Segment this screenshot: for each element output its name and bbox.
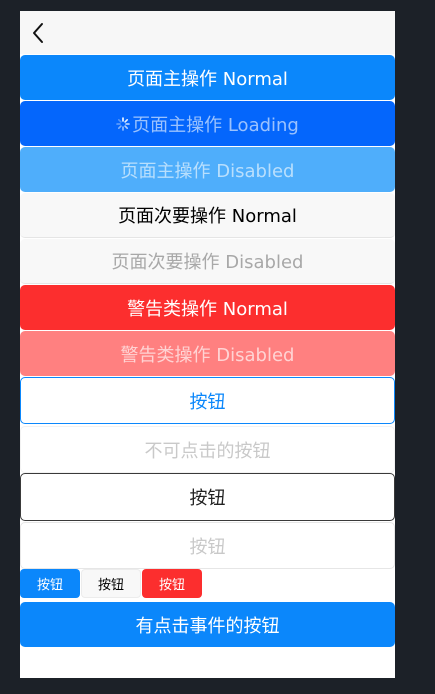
primary-disabled-button-label: 页面主操作 Disabled	[120, 160, 295, 182]
mini-primary-button[interactable]: 按钮	[20, 569, 80, 598]
primary-loading-button-label: 页面主操作 Loading	[132, 114, 299, 136]
primary-button-label: 页面主操作 Normal	[127, 68, 288, 90]
mini-default-button[interactable]: 按钮	[81, 569, 141, 598]
secondary-button[interactable]: 页面次要操作 Normal	[20, 193, 395, 238]
plain-primary-button-label: 按钮	[189, 391, 226, 413]
navigation-bar	[20, 11, 395, 54]
secondary-disabled-button-label: 页面次要操作 Disabled	[111, 252, 304, 273]
plain-primary-disabled-button: 不可点击的按钮	[20, 426, 395, 473]
warn-button[interactable]: 警告类操作 Normal	[20, 285, 395, 330]
plain-default-disabled-button: 按钮	[20, 522, 395, 569]
phone-screen: 页面主操作 Normal 页面主操作 Loading 页面主操作 Disable…	[20, 11, 395, 678]
warn-button-label: 警告类操作 Normal	[127, 298, 288, 320]
spinner-icon	[116, 116, 130, 131]
secondary-disabled-button: 页面次要操作 Disabled	[20, 239, 395, 284]
warn-disabled-button: 警告类操作 Disabled	[20, 331, 395, 376]
primary-disabled-button: 页面主操作 Disabled	[20, 147, 395, 192]
tap-event-button[interactable]: 有点击事件的按钮	[20, 602, 395, 647]
primary-loading-button[interactable]: 页面主操作 Loading	[20, 101, 395, 146]
tap-event-button-label: 有点击事件的按钮	[135, 615, 280, 637]
mini-button-row: 按钮 按钮 按钮	[20, 569, 395, 598]
warn-disabled-button-label: 警告类操作 Disabled	[120, 344, 295, 366]
mini-warn-button[interactable]: 按钮	[142, 569, 202, 598]
plain-default-disabled-button-label: 按钮	[189, 536, 226, 558]
secondary-button-label: 页面次要操作 Normal	[118, 206, 297, 227]
plain-primary-button[interactable]: 按钮	[20, 377, 395, 424]
primary-button[interactable]: 页面主操作 Normal	[20, 55, 395, 100]
plain-default-button-label: 按钮	[189, 488, 226, 509]
mini-default-button-label: 按钮	[97, 578, 124, 593]
mini-warn-button-label: 按钮	[158, 578, 185, 593]
mini-primary-button-label: 按钮	[36, 578, 63, 593]
plain-primary-disabled-button-label: 不可点击的按钮	[144, 440, 271, 462]
chevron-left-icon[interactable]	[31, 22, 45, 44]
plain-default-button[interactable]: 按钮	[20, 473, 395, 521]
